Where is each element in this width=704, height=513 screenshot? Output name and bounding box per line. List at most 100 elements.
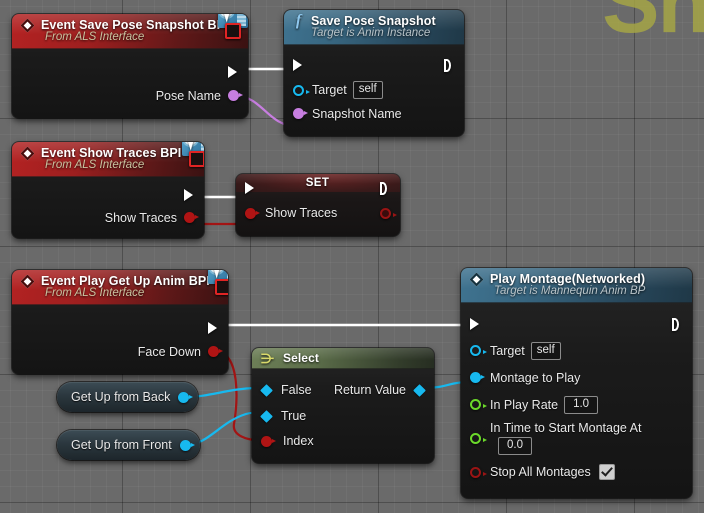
node-subtitle: Target is Anim Instance bbox=[311, 27, 431, 39]
pin-row-stop-all-montages[interactable]: Stop All Montages bbox=[461, 458, 692, 486]
pin-label-true: True bbox=[281, 409, 307, 423]
event-diamond-icon bbox=[20, 273, 35, 289]
blueprint-graph-canvas[interactable]: Sh Event Save Pose Snapshot BPI From ALS… bbox=[0, 0, 704, 513]
select-icon: ⋺ bbox=[261, 350, 274, 366]
pose-name-output-pin[interactable] bbox=[228, 90, 243, 101]
in-play-rate-value[interactable]: 1.0 bbox=[564, 395, 599, 414]
pin-label-show-traces: Show Traces bbox=[104, 210, 177, 225]
target-input-pin[interactable] bbox=[470, 345, 487, 356]
pin-label-index: Index bbox=[283, 434, 314, 448]
pin-label-set-show-traces: Show Traces bbox=[265, 206, 338, 220]
pin-row-exec-out[interactable] bbox=[12, 315, 228, 341]
getter-label-get-up-from-front: Get Up from Front bbox=[71, 438, 172, 452]
node-getter-get-up-from-back[interactable]: Get Up from Back bbox=[57, 382, 199, 412]
node-header: f Save Pose Snapshot Target is Anim Inst… bbox=[284, 10, 464, 45]
pin-row-index[interactable]: Index bbox=[252, 429, 434, 453]
node-select[interactable]: ⋺ Select False Return Value True Index bbox=[252, 348, 434, 463]
pin-row-face-down[interactable]: Face Down bbox=[12, 341, 228, 362]
pin-row-in-play-rate[interactable]: In Play Rate 1.0 bbox=[461, 391, 692, 418]
node-header: Event Play Get Up Anim BPI From ALS Inte… bbox=[12, 270, 228, 305]
watermark-text: Sh bbox=[602, 0, 704, 51]
pin-label-stop-all-montages: Stop All Montages bbox=[490, 465, 591, 479]
show-traces-output-pin[interactable] bbox=[380, 207, 397, 219]
node-save-pose-snapshot[interactable]: f Save Pose Snapshot Target is Anim Inst… bbox=[284, 10, 464, 136]
node-play-montage-networked[interactable]: Play Montage(Networked) Target is Manneq… bbox=[461, 268, 692, 498]
stop-all-montages-input-pin[interactable] bbox=[470, 466, 487, 478]
node-title: Event Save Pose Snapshot BPI bbox=[41, 18, 229, 32]
node-header: Event Save Pose Snapshot BPI From ALS In… bbox=[12, 14, 248, 49]
node-title: Save Pose Snapshot bbox=[311, 14, 436, 28]
node-subtitle: From ALS Interface bbox=[45, 287, 145, 299]
pin-label-pose-name: Pose Name bbox=[155, 88, 221, 103]
event-diamond-icon bbox=[20, 17, 35, 33]
pin-row-pose-name[interactable]: Pose Name bbox=[12, 85, 248, 106]
false-input-pin[interactable] bbox=[260, 383, 273, 397]
pin-row-snapshot-name[interactable]: Snapshot Name bbox=[284, 103, 464, 124]
snapshot-name-input-pin[interactable] bbox=[293, 108, 308, 119]
exec-output-pin[interactable] bbox=[208, 322, 219, 335]
node-title: Event Play Get Up Anim BPI bbox=[41, 274, 210, 288]
pin-row-false-return[interactable]: False Return Value bbox=[252, 377, 434, 403]
pin-row-in-time-to-start[interactable]: In Time to Start Montage At 0.0 bbox=[461, 418, 692, 458]
in-time-to-start-value[interactable]: 0.0 bbox=[498, 437, 532, 455]
node-title: Select bbox=[283, 351, 319, 365]
exec-output-pin[interactable] bbox=[380, 182, 391, 195]
in-play-rate-input-pin[interactable] bbox=[470, 399, 487, 410]
node-subtitle: From ALS Interface bbox=[45, 159, 145, 171]
target-input-pin[interactable] bbox=[293, 84, 310, 96]
function-f-icon: f bbox=[295, 12, 302, 29]
node-title: Play Montage(Networked) bbox=[490, 272, 646, 286]
node-event-show-traces[interactable]: Event Show Traces BPI From ALS Interface… bbox=[12, 142, 204, 238]
node-event-save-pose-snapshot[interactable]: Event Save Pose Snapshot BPI From ALS In… bbox=[12, 14, 248, 118]
true-input-pin[interactable] bbox=[260, 409, 273, 423]
pin-row-true[interactable]: True bbox=[252, 403, 434, 429]
pin-row-montage-to-play[interactable]: Montage to Play bbox=[461, 364, 692, 391]
montage-to-play-input-pin[interactable] bbox=[470, 372, 485, 383]
get-up-from-back-output-pin[interactable] bbox=[178, 391, 194, 403]
pin-row-exec[interactable] bbox=[236, 176, 400, 200]
pin-label-face-down: Face Down bbox=[137, 344, 201, 359]
exec-output-pin[interactable] bbox=[228, 66, 239, 79]
exec-input-pin[interactable] bbox=[470, 318, 481, 331]
node-event-play-get-up-anim[interactable]: Event Play Get Up Anim BPI From ALS Inte… bbox=[12, 270, 228, 374]
in-time-to-start-input-pin[interactable] bbox=[470, 432, 487, 444]
pin-label-in-time-to-start: In Time to Start Montage At bbox=[490, 421, 642, 435]
exec-output-pin[interactable] bbox=[672, 318, 683, 331]
index-input-pin[interactable] bbox=[261, 435, 276, 447]
pin-label-montage-to-play: Montage to Play bbox=[490, 370, 581, 385]
node-getter-get-up-from-front[interactable]: Get Up from Front bbox=[57, 430, 200, 460]
exec-input-pin[interactable] bbox=[293, 59, 304, 72]
target-self-value[interactable]: self bbox=[352, 81, 383, 99]
pin-label-false: False bbox=[281, 383, 312, 397]
pin-row-exec-out[interactable] bbox=[12, 59, 248, 85]
pin-row-show-traces[interactable]: Show Traces bbox=[236, 200, 400, 226]
pin-row-exec[interactable] bbox=[284, 53, 464, 77]
node-header: ⋺ Select bbox=[252, 348, 434, 369]
pin-label-return-value: Return Value bbox=[333, 383, 406, 397]
pin-label-target: Target bbox=[490, 343, 525, 358]
pin-row-exec-out[interactable] bbox=[12, 183, 204, 207]
show-traces-output-pin[interactable] bbox=[184, 212, 199, 223]
get-up-from-front-output-pin[interactable] bbox=[179, 439, 195, 451]
node-set-show-traces[interactable]: SET Show Traces bbox=[236, 174, 400, 236]
pin-label-target: Target bbox=[312, 83, 347, 97]
target-self-value[interactable]: self bbox=[530, 341, 561, 360]
exec-output-pin[interactable] bbox=[444, 59, 455, 72]
event-diamond-icon bbox=[20, 145, 35, 161]
show-traces-input-pin[interactable] bbox=[245, 207, 260, 219]
pin-row-target[interactable]: Target self bbox=[284, 77, 464, 103]
pin-row-show-traces[interactable]: Show Traces bbox=[12, 207, 204, 228]
event-diamond-icon bbox=[469, 271, 484, 287]
pin-row-exec[interactable] bbox=[461, 311, 692, 337]
exec-input-pin[interactable] bbox=[245, 182, 256, 195]
node-subtitle: From ALS Interface bbox=[45, 31, 145, 43]
exec-output-pin[interactable] bbox=[184, 189, 195, 202]
return-value-output-pin[interactable] bbox=[413, 383, 426, 397]
node-header: Event Show Traces BPI From ALS Interface bbox=[12, 142, 204, 177]
pin-label-in-play-rate: In Play Rate bbox=[490, 397, 559, 412]
pin-label-snapshot-name: Snapshot Name bbox=[312, 106, 402, 121]
face-down-output-pin[interactable] bbox=[208, 346, 223, 357]
stop-all-montages-checkbox[interactable] bbox=[598, 464, 615, 480]
pin-row-target[interactable]: Target self bbox=[461, 337, 692, 364]
node-subtitle: Target is Mannequin Anim BP bbox=[494, 285, 646, 297]
